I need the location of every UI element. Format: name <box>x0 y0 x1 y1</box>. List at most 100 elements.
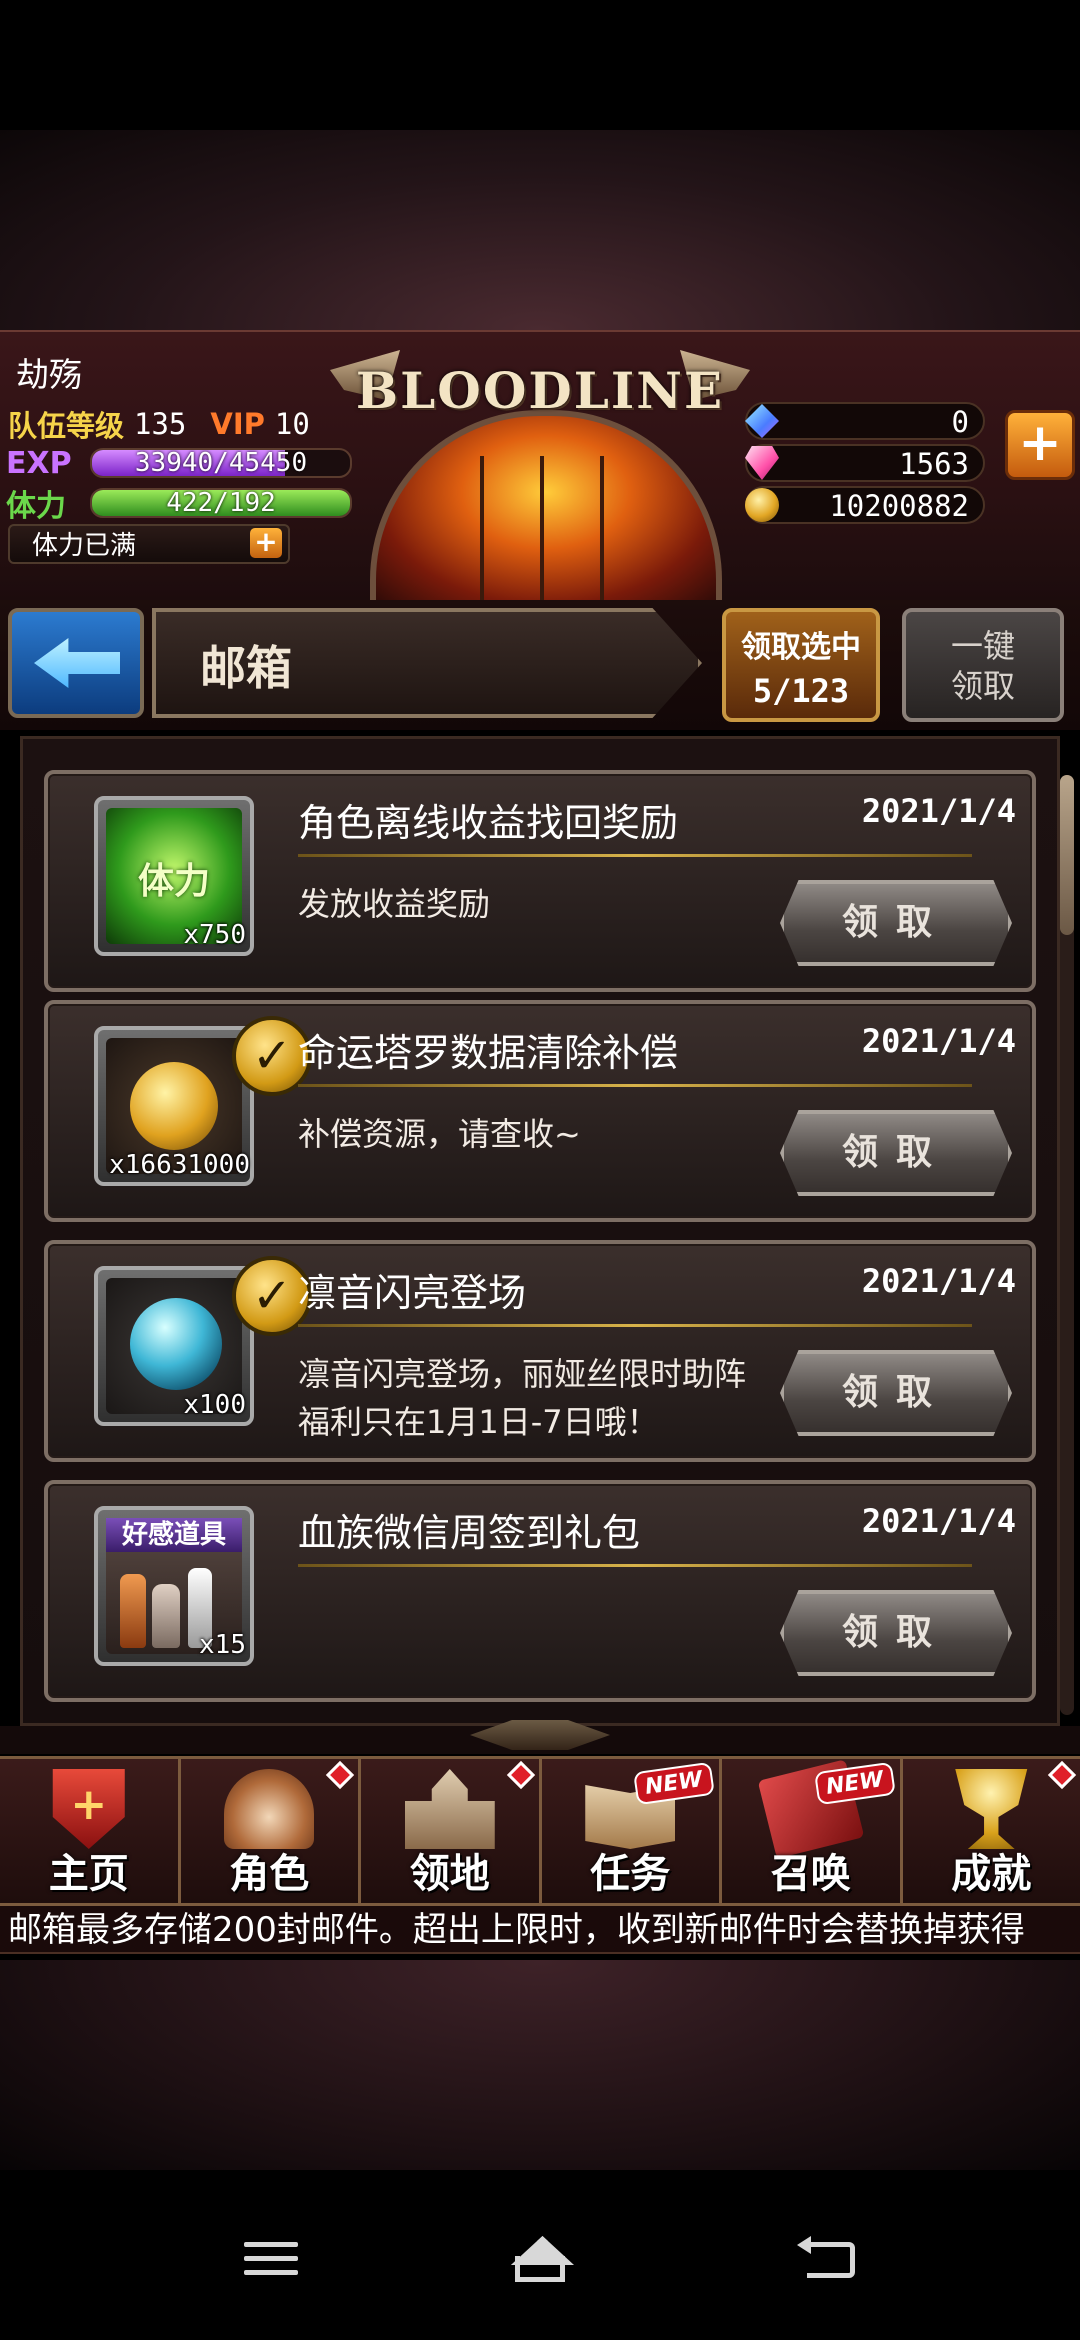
top-decorative-background <box>0 130 1080 330</box>
notification-dot <box>1047 1760 1077 1790</box>
home-base <box>515 2256 565 2282</box>
back-curve <box>807 2242 855 2278</box>
exp-label: EXP <box>6 445 72 481</box>
nav-summon[interactable]: NEW 召唤 <box>722 1759 903 1903</box>
mail-title: 命运塔罗数据清除补偿 <box>298 1031 679 1075</box>
mail-title: 角色离线收益找回奖励 <box>298 801 679 845</box>
mail-item[interactable]: x100 ✓ 凛音闪亮登场 2021/1/4 凛音闪亮登场，丽娅丝限时助阵福利只… <box>44 1240 1036 1462</box>
crystal-balance: 0 <box>745 402 985 440</box>
menu-line <box>244 2256 298 2261</box>
stamina-value: 422/192 <box>166 488 276 518</box>
menu-line <box>244 2242 298 2247</box>
new-badge: NEW <box>633 1761 715 1806</box>
window-mullion <box>540 456 544 606</box>
orb-shape <box>130 1298 222 1390</box>
exp-row: EXP 33940/45450 <box>6 445 352 481</box>
mail-divider <box>298 1084 972 1087</box>
claim-all-label-line1: 一键 <box>950 627 1015 665</box>
mail-divider <box>298 1564 972 1567</box>
team-level-label: 队伍等级 <box>8 409 125 443</box>
nav-territory[interactable]: 领地 <box>361 1759 542 1903</box>
mail-date: 2021/1/4 <box>861 1262 1016 1300</box>
bottom-navigation: + 主页 角色 领地 NEW 任务 NEW 召唤 成就 <box>0 1756 1080 1906</box>
mail-item[interactable]: 好感道具 x15 血族微信周签到礼包 2021/1/4 领取 <box>44 1480 1036 1702</box>
character-hood-icon <box>224 1769 315 1849</box>
exp-value: 33940/45450 <box>134 448 308 478</box>
claim-selected-button[interactable]: 领取选中 5/123 <box>722 608 880 722</box>
claim-all-button[interactable]: 一键 领取 <box>902 608 1064 722</box>
mail-divider <box>298 854 972 857</box>
stamina-label: 体力 <box>6 489 66 524</box>
nav-home[interactable]: + 主页 <box>0 1759 181 1903</box>
trophy-icon <box>955 1769 1028 1849</box>
stamina-full-status: 体力已满 <box>8 524 290 564</box>
nav-label: 任务 <box>590 1851 671 1897</box>
back-arrow-icon <box>34 638 120 688</box>
claim-button[interactable]: 领取 <box>780 880 1012 966</box>
stamina-bar: 422/192 <box>90 488 352 518</box>
exp-bar: 33940/45450 <box>90 448 352 478</box>
claim-button[interactable]: 领取 <box>780 1590 1012 1676</box>
player-name: 劫殇 <box>16 355 82 394</box>
nav-quests[interactable]: NEW 任务 <box>542 1759 722 1903</box>
mail-date: 2021/1/4 <box>861 792 1016 830</box>
stamina-row: 体力 422/192 <box>6 486 352 524</box>
menu-line <box>244 2270 298 2275</box>
reward-quantity: x15 <box>199 1630 246 1660</box>
mail-description: 发放收益奖励 <box>298 885 491 923</box>
back-button[interactable] <box>8 608 144 718</box>
nav-achievements[interactable]: 成就 <box>903 1759 1080 1903</box>
castle-icon <box>404 1769 495 1849</box>
window-mullion <box>600 456 604 606</box>
stamina-add-button[interactable]: + <box>250 528 282 558</box>
gold-coin-shape <box>130 1062 218 1150</box>
home-cross-icon: + <box>70 1779 108 1830</box>
mail-item[interactable]: x16631000 ✓ 命运塔罗数据清除补偿 2021/1/4 补偿资源，请查收… <box>44 1000 1036 1222</box>
reward-quantity: x100 <box>183 1390 246 1420</box>
nav-label: 领地 <box>409 1851 490 1897</box>
nav-label: 成就 <box>951 1851 1032 1897</box>
mail-date: 2021/1/4 <box>861 1022 1016 1060</box>
gold-balance: 10200882 <box>745 486 985 524</box>
claim-button[interactable]: 领取 <box>780 1350 1012 1436</box>
notification-dot <box>506 1760 535 1790</box>
menu-icon[interactable] <box>236 2236 306 2282</box>
claim-selected-label: 领取选中 <box>741 630 861 665</box>
page-title: 邮箱 <box>200 641 292 695</box>
team-level-row: 队伍等级 135 VIP 10 <box>8 404 310 444</box>
potion-icon-text: 好感道具 <box>106 1518 242 1552</box>
nav-label: 主页 <box>48 1851 129 1897</box>
mail-list-scroll-thumb[interactable] <box>1060 775 1074 935</box>
bottle-shape <box>120 1574 146 1648</box>
mail-reward-icon-box: x100 ✓ <box>94 1256 312 1426</box>
mail-item[interactable]: 体力 x750 角色离线收益找回奖励 2021/1/4 发放收益奖励 领取 <box>44 770 1036 992</box>
claim-selected-count: 5/123 <box>752 672 850 710</box>
nav-label: 角色 <box>229 1851 310 1897</box>
mail-title: 凛音闪亮登场 <box>298 1271 527 1315</box>
info-ticker: 邮箱最多存储200封邮件。超出上限时，收到新邮件时会替换掉获得 <box>0 1906 1080 1954</box>
home-icon[interactable] <box>505 2236 575 2282</box>
nav-character[interactable]: 角色 <box>181 1759 361 1903</box>
reward-quantity: x750 <box>183 920 246 950</box>
bottom-decorative-background <box>0 1960 1080 2170</box>
gold-coin-icon <box>745 488 779 522</box>
mail-title: 血族微信周签到礼包 <box>298 1511 641 1555</box>
game-logo: BLOODLINE <box>355 360 725 420</box>
mail-divider <box>298 1324 972 1327</box>
notification-dot <box>325 1760 355 1790</box>
back-arrowhead <box>797 2236 811 2254</box>
claim-button[interactable]: 领取 <box>780 1110 1012 1196</box>
vip-label: VIP <box>210 407 265 441</box>
nav-label: 召唤 <box>770 1851 851 1897</box>
back-icon[interactable] <box>795 2236 865 2282</box>
window-mullion <box>480 456 484 606</box>
mail-description: 凛音闪亮登场，丽娅丝限时助阵福利只在1月1日-7日哦！ <box>298 1355 747 1441</box>
vip-level-value: 10 <box>274 407 310 441</box>
team-level-value: 135 <box>134 407 187 441</box>
reward-quantity: x16631000 <box>109 1150 250 1180</box>
add-currency-button[interactable]: + <box>1005 410 1075 480</box>
claim-all-label-line2: 领取 <box>950 667 1015 705</box>
mail-description: 补偿资源，请查收~ <box>298 1115 581 1153</box>
mail-reward-icon-box: x16631000 ✓ <box>94 1016 312 1186</box>
mail-date: 2021/1/4 <box>861 1502 1016 1540</box>
